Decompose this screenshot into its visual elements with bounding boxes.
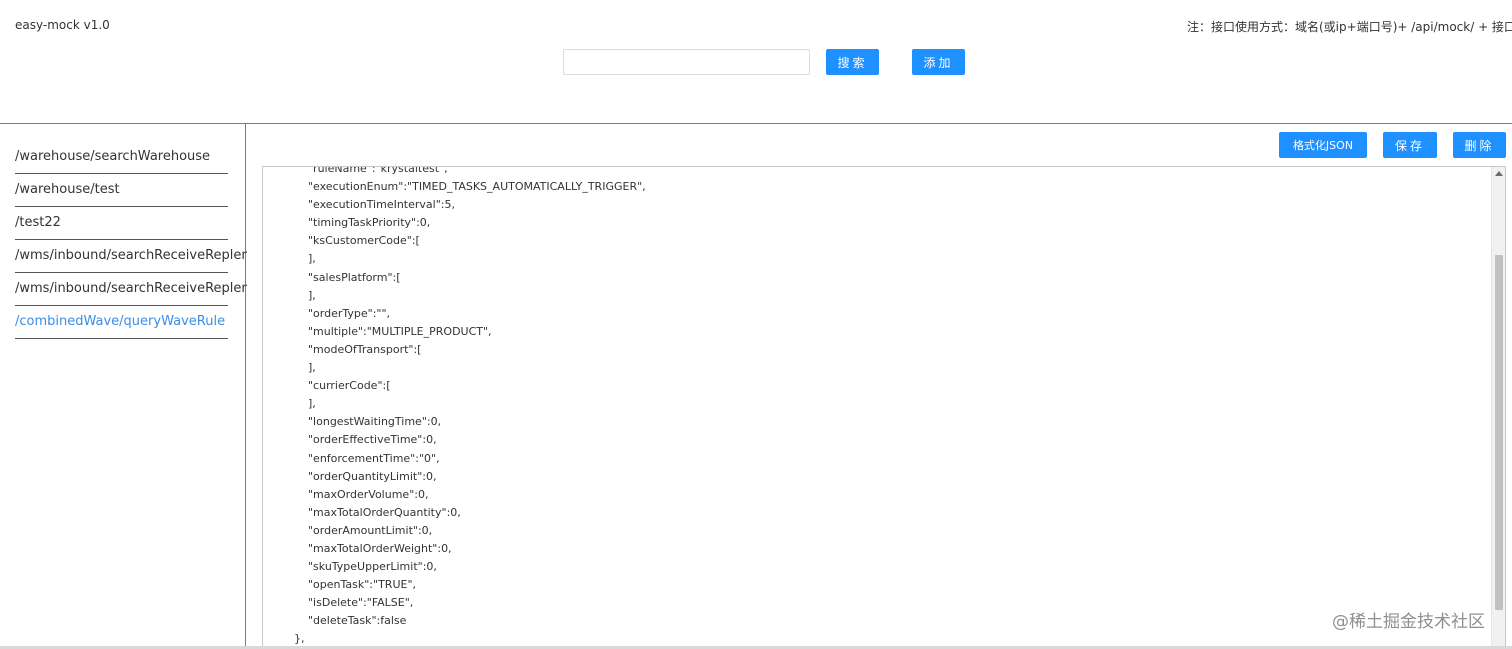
code-line: "salesPlatform":[ [308, 270, 401, 284]
watermark: @稀土掘金技术社区 [1332, 612, 1485, 632]
sidebar-item[interactable]: /warehouse/searchWarehouse [15, 141, 228, 174]
sidebar-item[interactable]: /wms/inbound/searchReceiveReplenishOrder [15, 273, 247, 306]
code-line: "ruleName":"krystaltest", [308, 166, 448, 175]
sidebar-item-label: /warehouse/test [15, 182, 120, 197]
sidebar-item[interactable]: /warehouse/test [15, 174, 228, 207]
sidebar-item-label: /test22 [15, 215, 61, 230]
header-divider [0, 123, 1512, 124]
code-line: "isDelete":"FALSE", [308, 596, 414, 610]
code-line: ], [308, 252, 316, 266]
code-line: "multiple":"MULTIPLE_PRODUCT", [308, 324, 492, 338]
json-code-lines: "ruleName":"krystaltest", "executionEnum"… [294, 166, 646, 649]
code-line: ], [308, 288, 316, 302]
code-line: "ksCustomerCode":[ [308, 234, 420, 248]
search-button[interactable]: 搜索 [826, 49, 879, 75]
scroll-thumb[interactable] [1495, 255, 1503, 610]
add-button[interactable]: 添加 [912, 49, 965, 75]
sidebar-item-label: /warehouse/searchWarehouse [15, 149, 211, 164]
code-line: "enforcementTime":"0", [308, 451, 440, 465]
code-line: "maxTotalOrderQuantity":0, [308, 505, 461, 519]
sidebar-item[interactable]: /wms/inbound/searchReceiveReplenishOrder [15, 240, 247, 273]
code-line: "maxTotalOrderWeight":0, [308, 541, 452, 555]
code-line: "longestWaitingTime":0, [308, 415, 442, 429]
usage-note: 注：接口使用方式：域名(或ip+端口号)+ /api/mock/ + 接口地址 [1187, 20, 1512, 34]
code-line: "timingTaskPriority":0, [308, 216, 431, 230]
code-line: "currierCode":[ [308, 379, 391, 393]
editor-scrollbar[interactable] [1491, 167, 1505, 649]
code-line: "orderAmountLimit":0, [308, 523, 433, 537]
code-line: "orderEffectiveTime":0, [308, 433, 437, 447]
save-button[interactable]: 保存 [1383, 132, 1437, 158]
api-list-sidebar: /warehouse/searchWarehouse/warehouse/tes… [15, 141, 247, 339]
code-line: "modeOfTransport":[ [308, 342, 422, 356]
code-line: ], [308, 361, 316, 375]
code-line: "skuTypeUpperLimit":0, [308, 560, 437, 574]
sidebar-item-label: /wms/inbound/searchReceiveReplenishOrder [15, 281, 247, 296]
sidebar-item-label: /combinedWave/queryWaveRule [15, 314, 226, 329]
delete-button[interactable]: 删除 [1453, 132, 1506, 158]
format-json-button[interactable]: 格式化JSON [1279, 132, 1367, 158]
sidebar-item[interactable]: /combinedWave/queryWaveRule [15, 306, 228, 339]
code-line: "maxOrderVolume":0, [308, 487, 429, 501]
code-line: "executionTimeInterval":5, [308, 198, 455, 212]
json-editor[interactable]: "ruleName":"krystaltest", "executionEnum"… [262, 166, 1506, 649]
sidebar-item[interactable]: /test22 [15, 207, 228, 240]
search-input[interactable] [563, 49, 810, 75]
code-line: ], [308, 397, 316, 411]
code-line: "deleteTask":false [308, 614, 407, 628]
code-line: "executionEnum":"TIMED_TASKS_AUTOMATICAL… [308, 180, 646, 194]
code-line: "orderType":"", [308, 306, 391, 320]
app-title: easy-mock v1.0 [15, 18, 110, 32]
sidebar-item-label: /wms/inbound/searchReceiveReplenishOrder [15, 248, 247, 263]
code-line: "openTask":"TRUE", [308, 578, 416, 592]
code-line: "orderQuantityLimit":0, [308, 469, 437, 483]
scroll-up-icon[interactable] [1495, 171, 1503, 176]
